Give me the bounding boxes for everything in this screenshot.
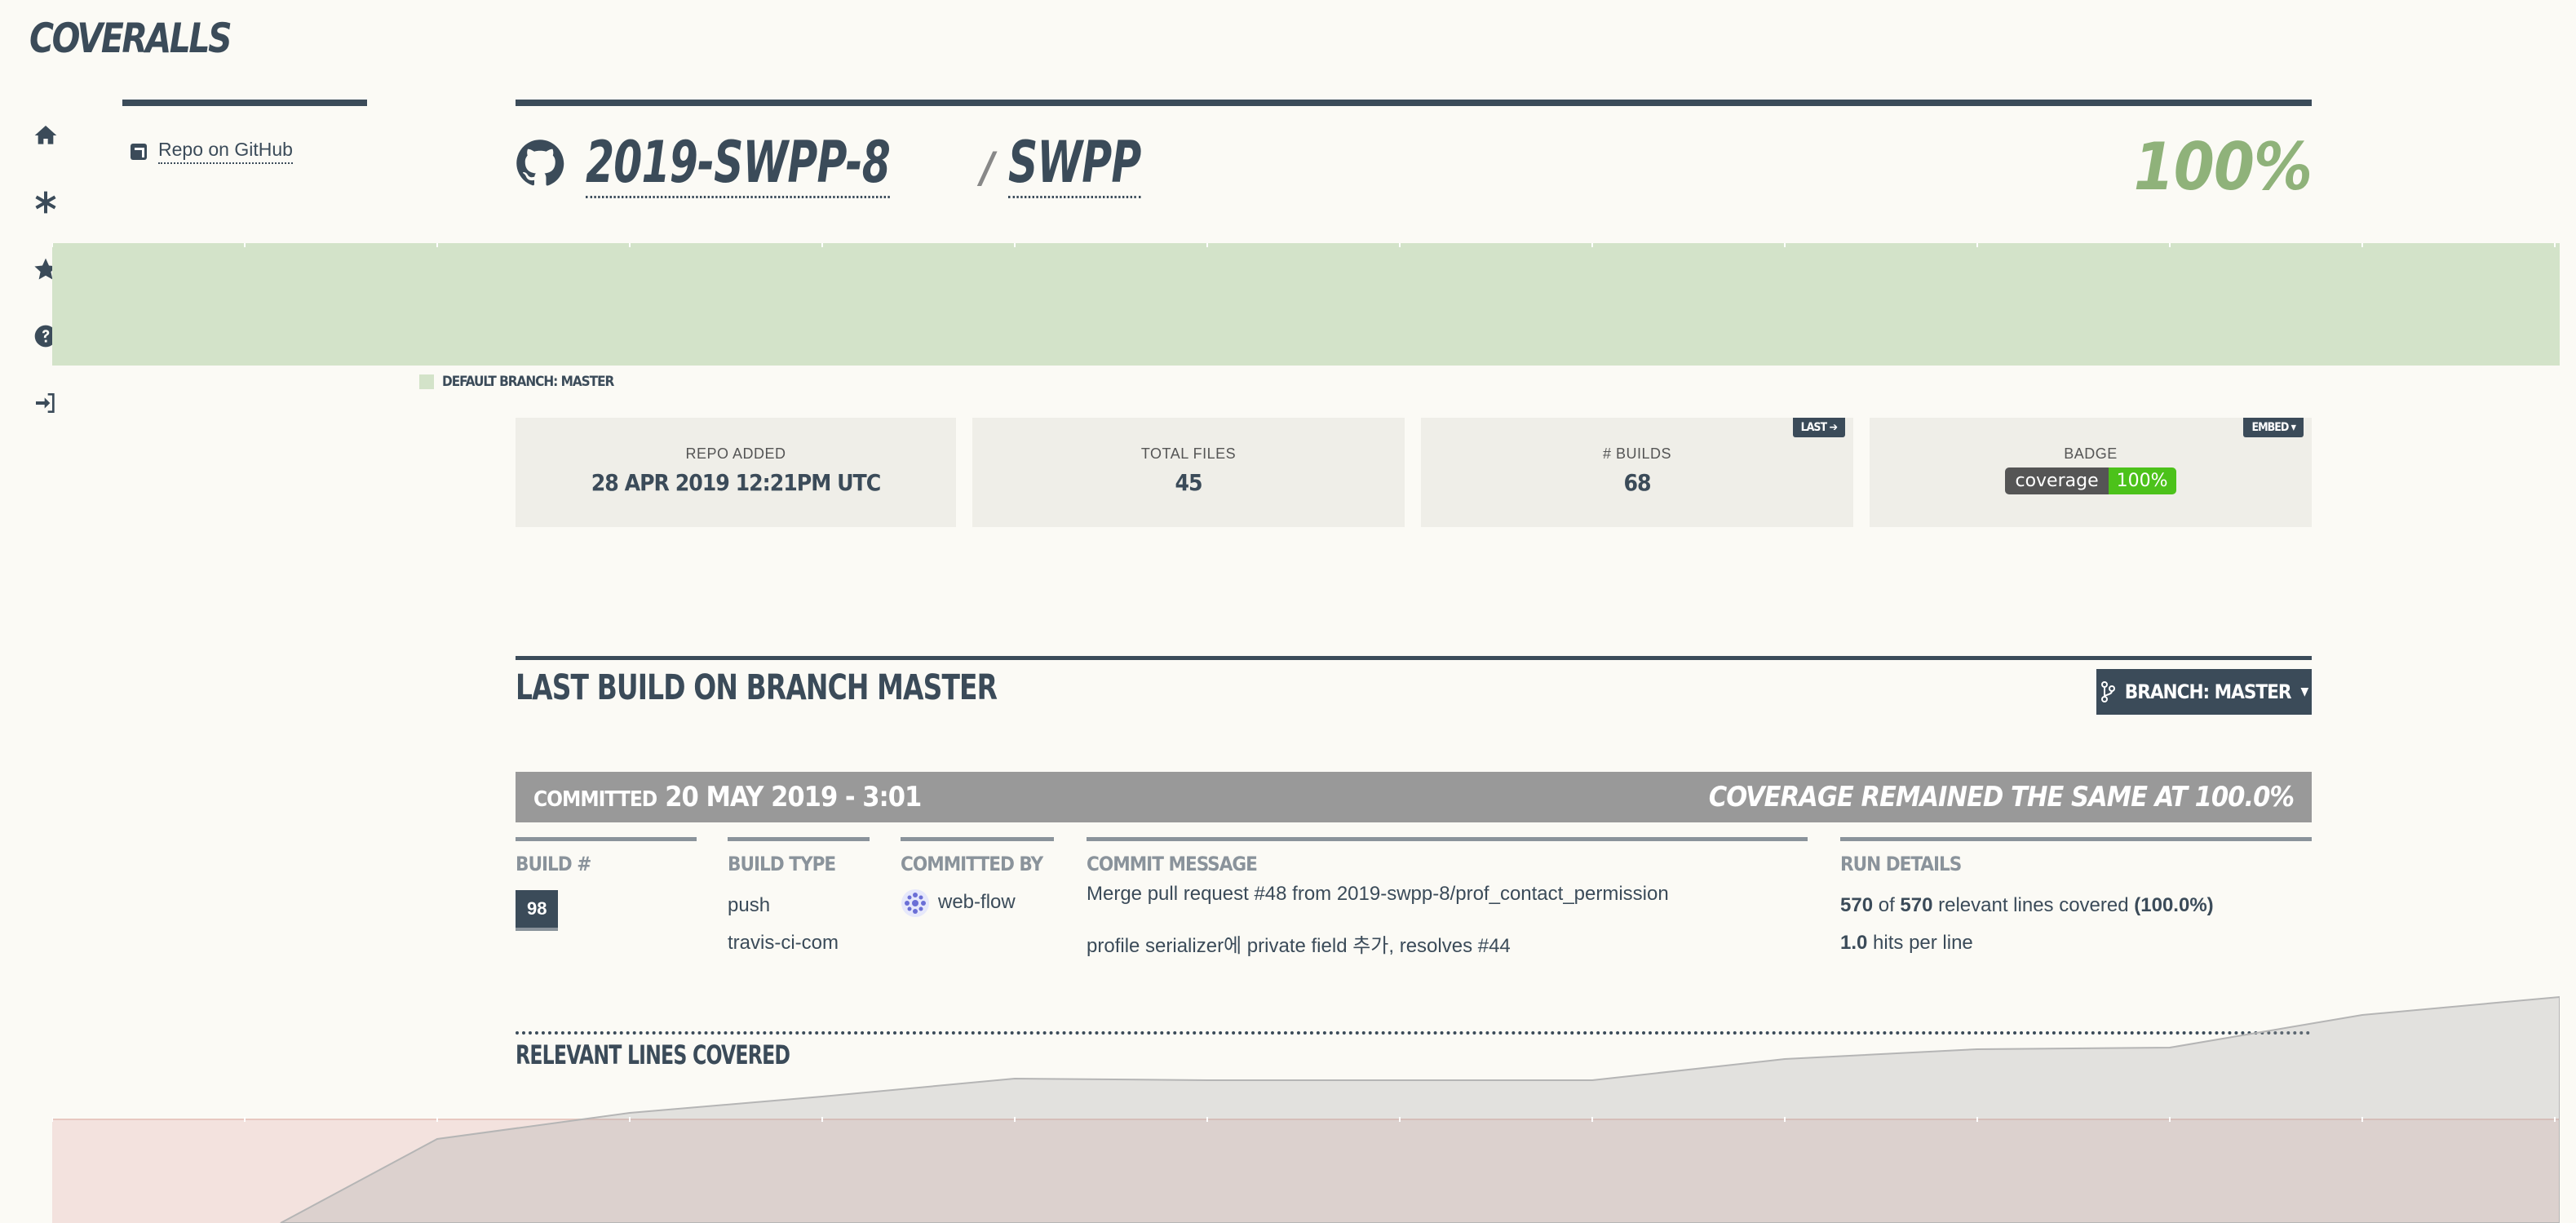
- build-number-column: BUILD # 98: [516, 837, 697, 931]
- coverage-status: COVERAGE REMAINED THE SAME AT 100.0%: [1708, 781, 2295, 813]
- repo-on-github-link[interactable]: Repo on GitHub: [131, 139, 293, 164]
- lines-covered: 570 of 570 relevant lines covered (100.0…: [1840, 894, 2214, 916]
- stat-label: TOTAL FILES: [1140, 445, 1237, 462]
- committer: web-flow: [901, 884, 1054, 921]
- repo-title: 2019-SWPP-8 / SWPP: [586, 129, 1175, 198]
- column-header: BUILD TYPE: [728, 853, 836, 875]
- commit-bar: COMMITTED 20 MAY 2019 - 3:01 COVERAGE REM…: [516, 772, 2312, 822]
- branch-dropdown-button[interactable]: BRANCH: MASTER ▼: [2096, 669, 2312, 715]
- column-rule: [728, 837, 870, 841]
- badge-right: 100%: [2108, 467, 2176, 494]
- column-header: COMMITTED BY: [901, 853, 1043, 875]
- coverage-history-chart: [52, 243, 2560, 366]
- asterisk-icon[interactable]: [31, 188, 60, 217]
- column-rule: [1087, 837, 1808, 841]
- stat-value: 45: [1175, 469, 1202, 496]
- column-header: COMMIT MESSAGE: [1087, 853, 1258, 875]
- external-link-icon: [131, 143, 147, 160]
- coveralls-logo[interactable]: COVERALLS: [29, 15, 232, 62]
- stat-label: # BUILDS: [1602, 445, 1672, 462]
- relevant-lines-chart: [52, 995, 2560, 1223]
- committer-name: web-flow: [938, 891, 1016, 913]
- branch-button-label: BRANCH: MASTER: [2124, 680, 2292, 703]
- embed-tag[interactable]: EMBED ▾: [2243, 418, 2304, 437]
- committed-prefix: COMMITTED: [533, 787, 657, 812]
- build-number-link[interactable]: 98: [516, 890, 559, 931]
- home-icon[interactable]: [31, 121, 60, 150]
- coverage-percentage: 100%: [2133, 129, 2313, 205]
- stat-label: BADGE: [2064, 445, 2118, 462]
- coverage-badge: coverage 100%: [2005, 467, 2176, 494]
- github-icon: [516, 139, 564, 188]
- committed-date: 20 MAY 2019 - 3:01: [665, 781, 922, 813]
- sidebar-rule: [122, 100, 367, 106]
- commit-message-column: COMMIT MESSAGE Merge pull request #48 fr…: [1087, 837, 1808, 959]
- repo-link-label: Repo on GitHub: [158, 139, 293, 164]
- stat-builds: LAST ➔ # BUILDS 68: [1421, 418, 1853, 527]
- stat-value: 28 APR 2019 12:21PM UTC: [591, 469, 881, 496]
- stat-label: REPO ADDED: [685, 445, 786, 462]
- build-service-value: travis-ci-com: [728, 932, 839, 954]
- build-type-column: BUILD TYPE push travis-ci-com: [728, 837, 870, 962]
- repo-name-link[interactable]: SWPP: [1008, 129, 1142, 198]
- last-build-title: LAST BUILD ON BRANCH MASTER: [516, 667, 998, 708]
- repo-owner-link[interactable]: 2019-SWPP-8: [586, 129, 891, 198]
- hits-per-line: 1.0 hits per line: [1840, 932, 1973, 954]
- column-rule: [516, 837, 697, 841]
- chevron-down-icon: ▼: [2300, 685, 2309, 698]
- avatar: [901, 888, 929, 917]
- branch-icon: [2100, 681, 2115, 702]
- committed-by-column: COMMITTED BY web-flow: [901, 837, 1054, 921]
- legend-swatch: [419, 374, 434, 389]
- sign-in-icon[interactable]: [31, 388, 60, 418]
- legend-label: DEFAULT BRANCH: MASTER: [442, 374, 614, 390]
- column-rule: [901, 837, 1054, 841]
- stat-badge: EMBED ▾ BADGE coverage 100%: [1870, 418, 2312, 527]
- commit-message-line1: Merge pull request #48 from 2019-swpp-8/…: [1087, 883, 1669, 905]
- header-rule: [516, 100, 2312, 106]
- column-header: BUILD #: [516, 853, 591, 875]
- stat-repo-added: REPO ADDED 28 APR 2019 12:21PM UTC: [516, 418, 956, 527]
- commit-message-line2: profile serializer에 private field 추가, re…: [1087, 935, 1511, 957]
- last-build-tag[interactable]: LAST ➔: [1792, 418, 1845, 437]
- stat-value: 68: [1623, 469, 1651, 496]
- build-type-value: push: [728, 894, 771, 916]
- last-build-rule: [516, 656, 2312, 660]
- chart-legend: DEFAULT BRANCH: MASTER: [419, 374, 614, 390]
- repo-separator: /: [980, 144, 994, 193]
- column-rule: [1840, 837, 2312, 841]
- column-header: RUN DETAILS: [1840, 853, 1962, 875]
- stat-total-files: TOTAL FILES 45: [972, 418, 1405, 527]
- run-details-column: RUN DETAILS 570 of 570 relevant lines co…: [1840, 837, 2312, 962]
- badge-left: coverage: [2005, 467, 2109, 494]
